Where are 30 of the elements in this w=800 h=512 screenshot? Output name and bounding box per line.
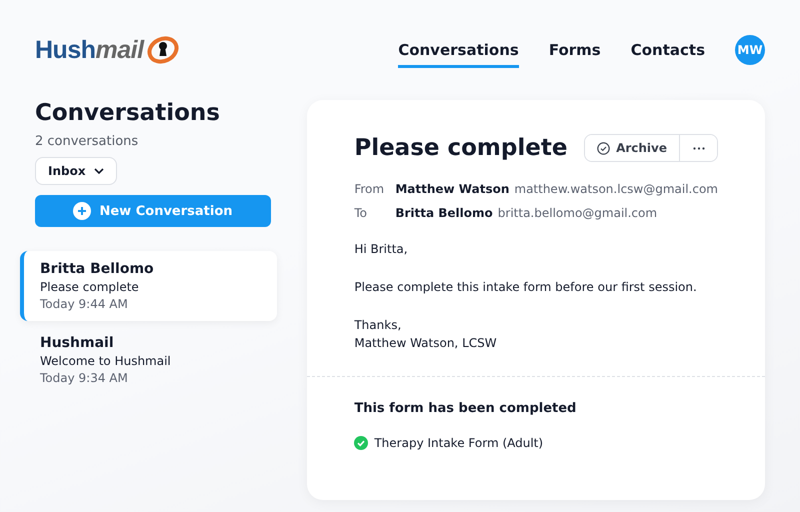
conversation-time: Today 9:44 AM: [40, 297, 129, 311]
message-signoff: Matthew Watson, LCSW: [354, 335, 498, 352]
conversation-sender: Britta Bellomo: [40, 261, 155, 277]
header-label: To: [354, 206, 368, 220]
contact-name: Britta Bellomo: [395, 206, 493, 220]
logo-text: Hush: [35, 36, 96, 64]
message-paragraph: Please complete this intake form before our first session.: [354, 279, 698, 296]
conversation-count: 2 conversations: [35, 134, 138, 149]
conversation-item[interactable]: Britta Bellomo Please complete Today 9:44 AM: [20, 251, 278, 321]
contact-name: Matthew Watson: [395, 182, 510, 196]
conversation-item[interactable]: Hushmail Welcome to Hushmail Today 9:34 AM: [20, 325, 278, 395]
conversation-sender: Hushmail: [40, 335, 115, 351]
message-signoff: Thanks,: [354, 317, 402, 334]
nav-tab[interactable]: Forms: [548, 35, 601, 68]
nav-tab[interactable]: Contacts: [630, 35, 705, 68]
message-subject: Please complete: [354, 135, 568, 161]
page-title: Conversations: [35, 100, 220, 126]
contact-email: britta.bellomo@gmail.com: [498, 206, 658, 220]
logo-text: mail: [96, 36, 144, 64]
form-status-heading: This form has been completed: [354, 401, 578, 416]
contact-email: matthew.watson.lcsw@gmail.com: [514, 182, 718, 196]
folder-dropdown[interactable]: Inbox: [35, 157, 117, 185]
message-paragraph: Hi Britta,: [354, 241, 409, 258]
conversation-subject: Please complete: [40, 280, 140, 294]
conversation-subject: Welcome to Hushmail: [40, 354, 172, 368]
archive-button[interactable]: Archive: [585, 135, 680, 161]
conversation-time: Today 9:34 AM: [40, 371, 129, 385]
header-label: From: [354, 182, 386, 196]
form-link[interactable]: Therapy Intake Form (Adult): [374, 436, 544, 450]
nav-tab[interactable]: Conversations: [398, 35, 519, 68]
